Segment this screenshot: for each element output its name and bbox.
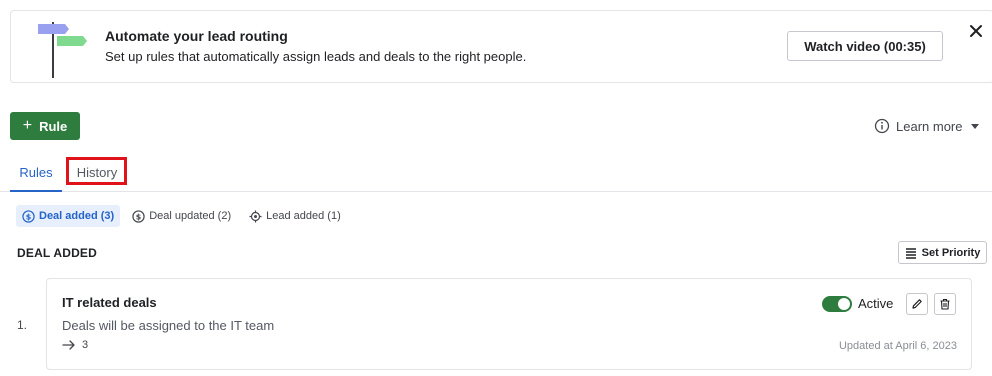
trash-icon: [940, 298, 950, 310]
info-banner: Automate your lead routing Set up rules …: [10, 10, 992, 83]
signpost-illustration: [38, 22, 87, 78]
rule-active-toggle[interactable]: [822, 296, 852, 312]
filter-deal-updated[interactable]: $ Deal updated (2): [126, 205, 237, 227]
filter-label: Deal updated (2): [149, 210, 232, 222]
set-priority-label: Set Priority: [921, 246, 981, 259]
filter-deal-added[interactable]: $ Deal added (3): [16, 205, 121, 227]
trigger-filters: $ Deal added (3) $ Deal updated (2) Lead…: [16, 205, 347, 227]
tab-bar: Rules History: [0, 154, 992, 192]
watch-video-button[interactable]: Watch video (00:35): [787, 31, 943, 61]
banner-title: Automate your lead routing: [105, 28, 288, 44]
list-icon: [905, 247, 916, 259]
delete-rule-button[interactable]: [934, 293, 956, 315]
banner-subtitle: Set up rules that automatically assign l…: [105, 49, 527, 64]
rule-number: 1.: [17, 318, 28, 332]
rule-status: Active: [858, 296, 894, 311]
chevron-down-icon: [971, 123, 980, 129]
svg-text:$: $: [26, 212, 31, 221]
learn-more-label: Learn more: [896, 118, 963, 134]
dollar-circle-icon: $: [22, 209, 35, 223]
section-title: DEAL ADDED: [17, 246, 98, 260]
edit-rule-button[interactable]: [906, 293, 928, 315]
add-rule-button[interactable]: + Rule: [10, 112, 80, 140]
arrow-right-icon: [62, 340, 75, 350]
filter-label: Deal added (3): [39, 210, 115, 222]
close-icon[interactable]: [968, 23, 984, 39]
svg-text:$: $: [136, 212, 141, 221]
dollar-circle-icon: $: [132, 209, 145, 223]
add-rule-label: Rule: [39, 118, 68, 134]
toggle-knob: [838, 298, 850, 310]
info-icon: [874, 118, 890, 134]
assignee-count: 3: [82, 339, 89, 351]
rule-card[interactable]: IT related deals Deals will be assigned …: [46, 278, 972, 370]
pencil-icon: [912, 299, 922, 309]
filter-lead-added[interactable]: Lead added (1): [243, 205, 347, 227]
rule-title: IT related deals: [62, 295, 157, 310]
learn-more-dropdown[interactable]: Learn more: [874, 116, 980, 136]
tab-rules[interactable]: Rules: [10, 154, 62, 192]
rule-updated-date: Updated at April 6, 2023: [838, 340, 957, 352]
tab-history[interactable]: History: [68, 154, 126, 191]
rule-description: Deals will be assigned to the IT team: [62, 318, 275, 333]
filter-label: Lead added (1): [266, 210, 341, 222]
target-icon: [249, 209, 262, 223]
rule-assignee-count: 3: [62, 339, 88, 351]
plus-icon: +: [22, 117, 33, 134]
set-priority-button[interactable]: Set Priority: [898, 241, 987, 264]
